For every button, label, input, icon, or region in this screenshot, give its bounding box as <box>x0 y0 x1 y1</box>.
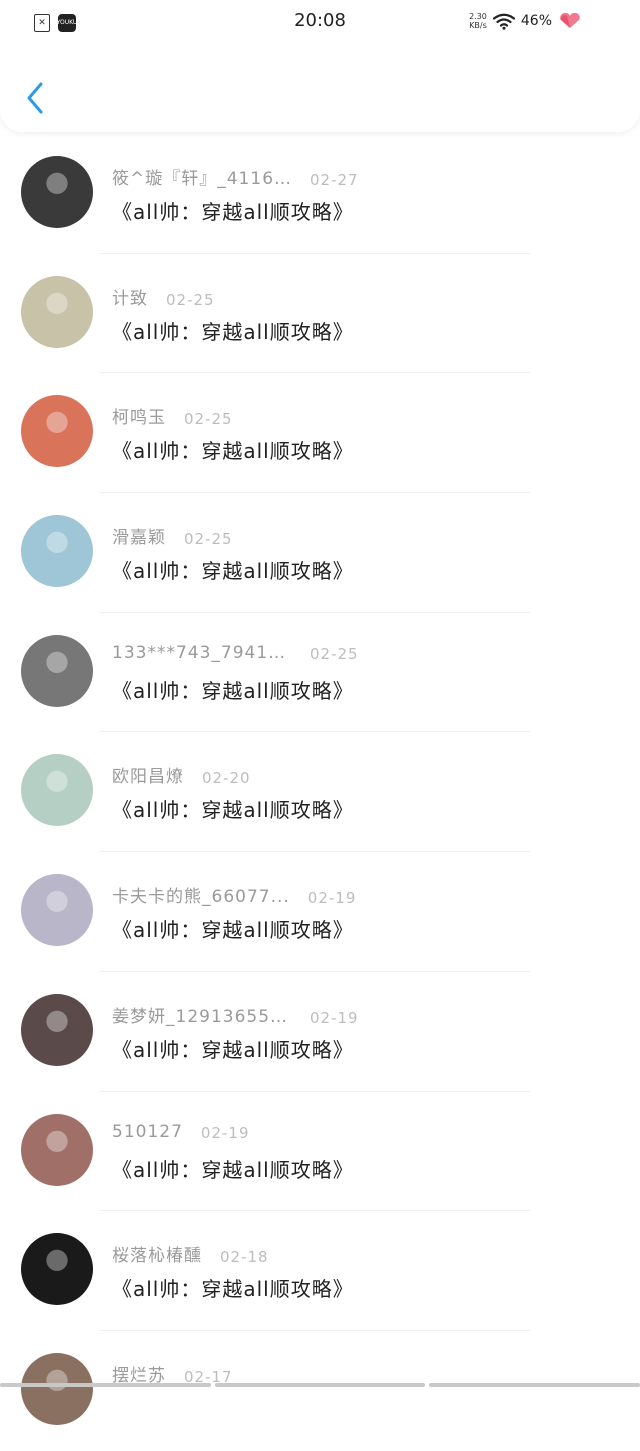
list-item[interactable]: 柯鸣玉 02-25 《all帅：穿越all顺攻略》 <box>0 373 640 494</box>
user-name: 欧阳昌燎 <box>112 767 184 788</box>
user-name: 筱^璇『轩』_4116... <box>112 169 292 189</box>
user-name: 姜梦妍_129136553... <box>112 1006 292 1027</box>
user-name: 桜落杺椿醺 <box>112 1246 202 1267</box>
bottom-bar-segment <box>0 1383 211 1387</box>
battery-level: 46% <box>520 13 552 29</box>
item-date: 02-19 <box>307 889 357 908</box>
avatar[interactable] <box>21 395 93 468</box>
book-title: 《all帅：穿越all顺攻略》 <box>112 678 354 703</box>
item-date: 02-25 <box>166 290 215 309</box>
item-meta: 133***743_7941822... 02-25 <box>112 643 359 663</box>
reader-list: 筱^璇『轩』_4116... 02-27 《all帅：穿越all顺攻略》 计致 02… <box>0 134 640 1451</box>
user-name: 柯鸣玉 <box>112 408 166 429</box>
item-date: 02-25 <box>310 644 359 663</box>
network-speed: 2.30 KB/s <box>469 12 487 30</box>
wifi-icon <box>492 13 515 30</box>
bottom-bar-segment <box>214 1383 426 1387</box>
book-title: 《all帅：穿越all顺攻略》 <box>112 798 354 823</box>
item-meta: 桜落杺椿醺 02-18 <box>112 1241 269 1266</box>
avatar[interactable] <box>21 515 93 588</box>
list-item[interactable]: 133***743_7941822... 02-25 《all帅：穿越all顺攻略… <box>0 613 640 733</box>
network-speed-unit: KB/s <box>469 21 487 30</box>
item-meta: 滑嘉颖 02-25 <box>112 523 233 548</box>
book-title: 《all帅：穿越all顺攻略》 <box>112 200 354 224</box>
list-item[interactable]: 姜梦妍_129136553... 02-19 《all帅：穿越all顺攻略》 <box>0 972 640 1092</box>
book-title: 《all帅：穿越all顺攻略》 <box>112 1037 354 1062</box>
user-name: 滑嘉颖 <box>112 528 166 549</box>
item-date: 02-19 <box>310 1008 359 1027</box>
item-date: 02-27 <box>310 171 359 189</box>
list-item[interactable]: 卡夫卡的熊_66077... 02-19 《all帅：穿越all顺攻略》 <box>0 852 640 972</box>
bottom-progress-bar <box>0 1383 640 1387</box>
avatar[interactable] <box>21 1233 93 1306</box>
list-item[interactable]: 滑嘉颖 02-25 《all帅：穿越all顺攻略》 <box>0 493 640 613</box>
list-item[interactable]: 欧阳昌燎 02-20 《all帅：穿越all顺攻略》 <box>0 732 640 853</box>
user-name: 计致 <box>112 288 148 309</box>
item-date: 02-20 <box>202 769 251 788</box>
bottom-bar-segment <box>429 1383 640 1387</box>
avatar[interactable] <box>21 874 93 947</box>
book-title: 《all帅：穿越all顺攻略》 <box>112 1277 354 1302</box>
header-bar: ✕ YOUKU 20:08 2.30 KB/s 46% <box>0 0 640 132</box>
avatar[interactable] <box>21 754 93 827</box>
item-meta: 计致 02-25 <box>112 284 215 309</box>
status-bar: ✕ YOUKU 20:08 2.30 KB/s 46% <box>0 0 640 48</box>
item-meta: 510127 02-19 <box>112 1122 250 1142</box>
back-button[interactable] <box>20 78 50 118</box>
list-item[interactable]: 摆烂苏 02-17 <box>0 1331 640 1451</box>
avatar[interactable] <box>21 1352 93 1425</box>
avatar[interactable] <box>21 156 93 228</box>
avatar[interactable] <box>21 634 93 707</box>
item-date: 02-25 <box>184 530 233 549</box>
list-item[interactable]: 桜落杺椿醺 02-18 《all帅：穿越all顺攻略》 <box>0 1211 640 1331</box>
list-item[interactable]: 510127 02-19 《all帅：穿越all顺攻略》 <box>0 1092 640 1212</box>
list-item[interactable]: 计致 02-25 《all帅：穿越all顺攻略》 <box>0 254 640 374</box>
item-meta: 卡夫卡的熊_66077... 02-19 <box>112 882 356 907</box>
item-meta: 柯鸣玉 02-25 <box>112 403 233 428</box>
item-meta: 欧阳昌燎 02-20 <box>112 762 251 787</box>
item-meta: 筱^璇『轩』_4116... 02-27 <box>112 164 359 189</box>
item-date: 02-25 <box>184 410 233 429</box>
item-date: 02-19 <box>200 1123 250 1142</box>
user-name: 卡夫卡的熊_66077... <box>112 887 290 908</box>
avatar[interactable] <box>21 993 93 1066</box>
avatar[interactable] <box>21 1113 93 1186</box>
chevron-left-icon <box>27 82 43 114</box>
user-name: 133***743_7941822... <box>112 642 292 663</box>
status-right-icons: 2.30 KB/s 46% <box>469 12 582 30</box>
avatar[interactable] <box>21 275 93 348</box>
book-title: 《all帅：穿越all顺攻略》 <box>112 1157 354 1182</box>
list-item[interactable]: 筱^璇『轩』_4116... 02-27 《all帅：穿越all顺攻略》 <box>0 134 640 254</box>
network-speed-value: 2.30 <box>469 12 487 21</box>
heart-battery-icon <box>558 13 582 29</box>
item-meta: 姜梦妍_129136553... 02-19 <box>112 1002 359 1027</box>
book-title: 《all帅：穿越all顺攻略》 <box>112 319 354 344</box>
book-title: 《all帅：穿越all顺攻略》 <box>112 559 354 584</box>
user-name: 510127 <box>112 1121 183 1142</box>
item-date: 02-18 <box>220 1248 269 1267</box>
book-title: 《all帅：穿越all顺攻略》 <box>112 918 354 943</box>
book-title: 《all帅：穿越all顺攻略》 <box>112 439 354 464</box>
